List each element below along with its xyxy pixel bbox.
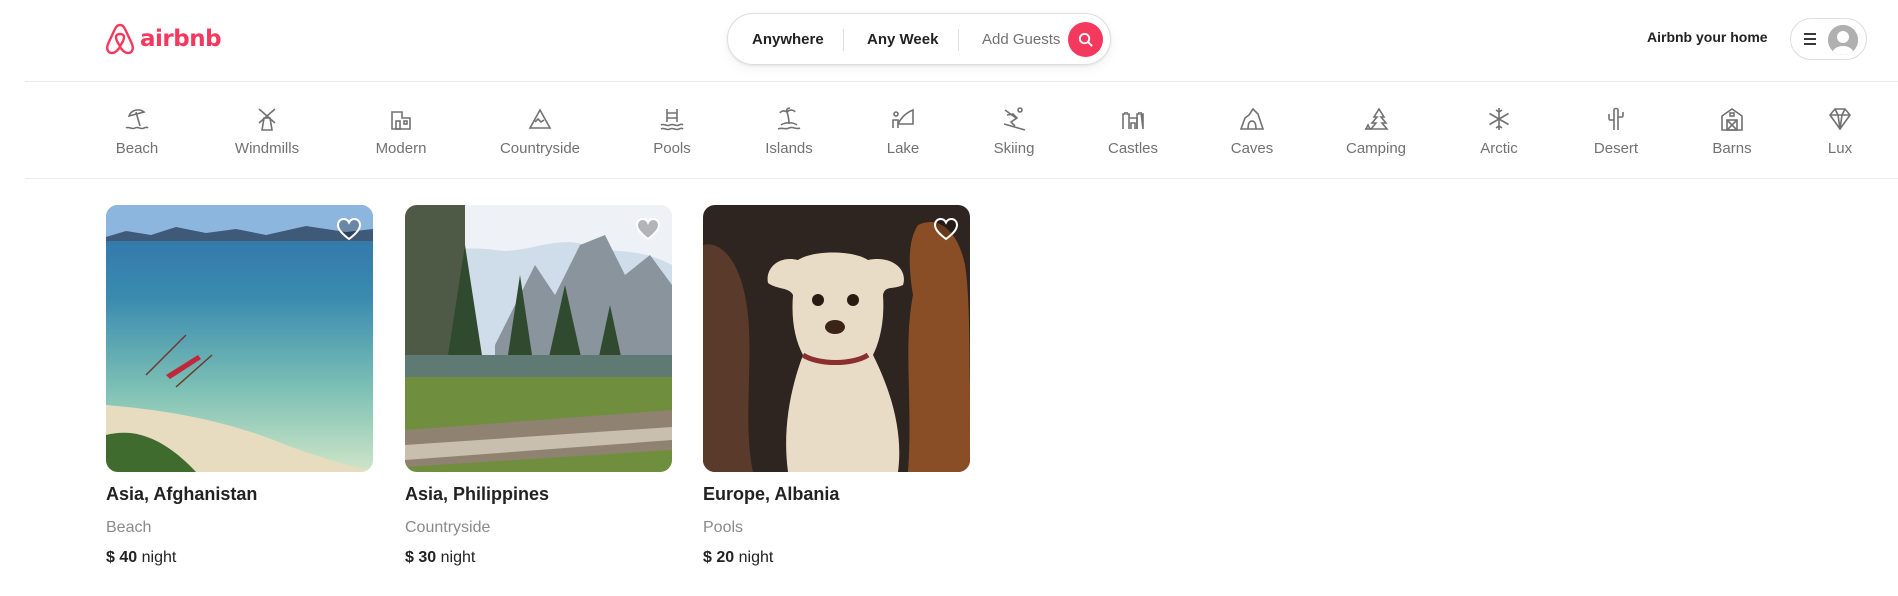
- category-lux[interactable]: Lux: [1790, 106, 1890, 157]
- airbnb-logo-icon: [106, 23, 134, 55]
- heart-icon[interactable]: [933, 217, 959, 241]
- cactus-icon: [1608, 107, 1624, 130]
- category-label: Desert: [1593, 140, 1639, 157]
- listing-price: $ 20 night: [703, 549, 970, 567]
- hamburger-icon: [1804, 33, 1816, 45]
- price-currency: $: [405, 549, 414, 566]
- listing-title: Asia, Philippines: [405, 484, 550, 504]
- listing-category: Pools: [703, 519, 744, 536]
- category-pools[interactable]: Pools: [622, 106, 722, 157]
- pool-icon: [660, 109, 684, 131]
- date-filter[interactable]: Any Week: [867, 31, 938, 48]
- brand-name: airbnb: [140, 26, 222, 52]
- listing-price: $ 30 night: [405, 549, 672, 567]
- category-label: Islands: [765, 140, 813, 157]
- user-menu-button[interactable]: [1790, 18, 1867, 60]
- search-icon: [1078, 32, 1093, 47]
- divider: [958, 29, 959, 51]
- category-countryside[interactable]: Countryside: [490, 106, 590, 157]
- lake-icon: [892, 108, 914, 128]
- listing-title: Asia, Afghanistan: [106, 484, 258, 504]
- price-unit: night: [440, 549, 476, 566]
- listing-card[interactable]: Asia, Philippines Countryside $ 30 night: [405, 205, 672, 567]
- category-label: Lake: [886, 140, 920, 157]
- windmill-icon: [258, 108, 276, 131]
- price-unit: night: [738, 549, 774, 566]
- listing-category: Countryside: [405, 519, 491, 536]
- barn-icon: [1721, 108, 1743, 131]
- valley-forest-photo: [405, 205, 672, 472]
- category-modern[interactable]: Modern: [351, 106, 451, 157]
- host-link[interactable]: Airbnb your home: [1647, 29, 1768, 45]
- skiing-icon: [1003, 107, 1026, 131]
- modern-house-icon: [391, 111, 411, 130]
- category-caves[interactable]: Caves: [1202, 106, 1302, 157]
- camping-icon: [1365, 107, 1389, 130]
- category-label: Countryside: [499, 140, 581, 157]
- listing-photo[interactable]: [405, 205, 672, 472]
- category-barns[interactable]: Barns: [1682, 106, 1782, 157]
- guests-filter[interactable]: Add Guests: [982, 31, 1060, 48]
- category-label: Beach: [115, 140, 159, 157]
- category-label: Modern: [375, 140, 427, 157]
- price-currency: $: [703, 549, 712, 566]
- heart-icon[interactable]: [336, 217, 362, 241]
- snowflake-icon: [1489, 108, 1509, 130]
- price-amount: 20: [716, 549, 735, 566]
- category-label: Windmills: [234, 140, 300, 157]
- category-label: Skiing: [993, 140, 1035, 157]
- cave-icon: [1239, 107, 1265, 130]
- category-camping[interactable]: Camping: [1326, 106, 1426, 157]
- price-currency: $: [106, 549, 115, 566]
- category-label: Barns: [1712, 140, 1752, 157]
- price-amount: 30: [418, 549, 437, 566]
- category-divider: [25, 178, 1898, 179]
- airbnb-logo[interactable]: airbnb: [104, 22, 222, 56]
- divider: [843, 29, 844, 51]
- listing-category: Beach: [106, 519, 152, 536]
- beach-umbrella-icon: [125, 109, 149, 130]
- listing-photo[interactable]: [703, 205, 970, 472]
- diamond-icon: [1828, 108, 1852, 131]
- category-islands[interactable]: Islands: [739, 106, 839, 157]
- castle-icon: [1122, 111, 1144, 130]
- category-beach[interactable]: Beach: [87, 106, 187, 157]
- category-label: Pools: [653, 140, 691, 157]
- search-bar[interactable]: Anywhere Any Week Add Guests: [727, 13, 1111, 65]
- top-header: airbnb Anywhere Any Week Add Guests Airb…: [0, 0, 1898, 82]
- user-avatar-icon: [1828, 25, 1858, 55]
- category-label: Caves: [1230, 140, 1274, 157]
- beach-lagoon-photo: [106, 205, 373, 472]
- category-arctic[interactable]: Arctic: [1449, 106, 1549, 157]
- category-windmills[interactable]: Windmills: [217, 106, 317, 157]
- category-label: Castles: [1107, 140, 1159, 157]
- search-button[interactable]: [1068, 22, 1103, 57]
- listing-card[interactable]: Asia, Afghanistan Beach $ 40 night: [106, 205, 373, 567]
- category-lake[interactable]: Lake: [853, 106, 953, 157]
- listing-photo[interactable]: [106, 205, 373, 472]
- three-dogs-photo: [703, 205, 970, 472]
- category-label: Camping: [1345, 140, 1407, 157]
- island-icon: [777, 107, 801, 130]
- listing-title: Europe, Albania: [703, 484, 840, 504]
- mountain-icon: [528, 108, 552, 129]
- price-unit: night: [141, 549, 177, 566]
- category-castles[interactable]: Castles: [1083, 106, 1183, 157]
- category-label: Lux: [1827, 140, 1853, 157]
- category-skiing[interactable]: Skiing: [964, 106, 1064, 157]
- category-label: Arctic: [1480, 140, 1518, 157]
- category-desert[interactable]: Desert: [1566, 106, 1666, 157]
- price-amount: 40: [119, 549, 138, 566]
- listing-price: $ 40 night: [106, 549, 373, 567]
- heart-icon[interactable]: [635, 217, 661, 241]
- location-filter[interactable]: Anywhere: [752, 31, 824, 48]
- category-bar: Beach Windmills Modern Countryside Pools: [0, 82, 1898, 178]
- listing-card[interactable]: Europe, Albania Pools $ 20 night: [703, 205, 970, 567]
